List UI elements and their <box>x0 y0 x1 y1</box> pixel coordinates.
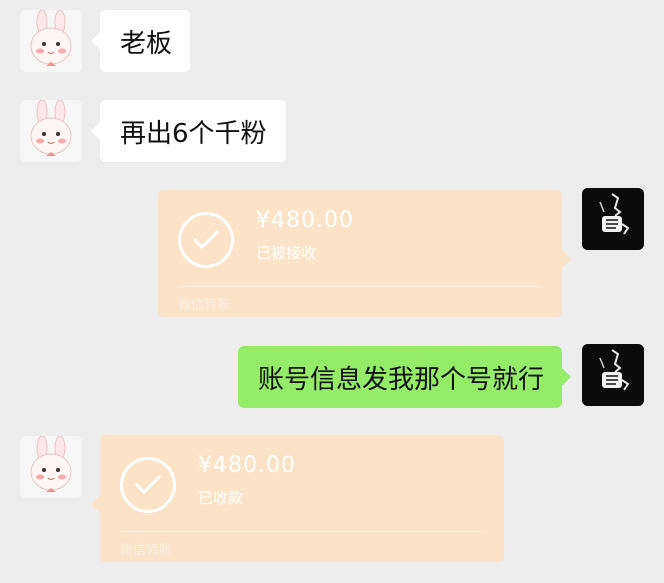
bunny-avatar-icon <box>20 10 82 72</box>
dark-avatar-icon <box>582 344 644 406</box>
contact-avatar[interactable] <box>20 436 82 498</box>
transfer-card[interactable]: ¥480.00 已被接收 微信转账 <box>158 190 571 317</box>
transfer-status: 已收款 <box>198 489 244 507</box>
dark-avatar-icon <box>582 188 644 250</box>
transfer-footer: 微信转账 <box>120 543 173 558</box>
check-icon <box>178 212 234 268</box>
self-avatar[interactable] <box>582 188 644 250</box>
message-text: 老板 <box>120 28 173 59</box>
self-avatar[interactable] <box>582 344 644 406</box>
contact-avatar[interactable] <box>20 10 82 72</box>
transfer-amount: ¥480.00 <box>198 453 296 478</box>
bunny-avatar-icon <box>20 436 82 498</box>
transfer-card[interactable]: ¥480.00 已收款 微信转账 <box>91 435 504 562</box>
transfer-footer: 微信转账 <box>178 298 231 313</box>
transfer-status: 已被接收 <box>256 244 317 262</box>
contact-avatar[interactable] <box>20 100 82 162</box>
message-text: 再出6个千粉 <box>120 118 267 149</box>
bunny-avatar-icon <box>20 100 82 162</box>
message-bubble[interactable]: 老板 <box>91 10 190 72</box>
check-icon <box>120 457 176 513</box>
message-text: 账号信息发我那个号就行 <box>258 364 545 395</box>
divider <box>120 531 484 532</box>
message-bubble[interactable]: 再出6个千粉 <box>91 100 286 162</box>
divider <box>178 286 542 287</box>
transfer-amount: ¥480.00 <box>256 208 354 233</box>
message-bubble[interactable]: 账号信息发我那个号就行 <box>238 346 571 408</box>
